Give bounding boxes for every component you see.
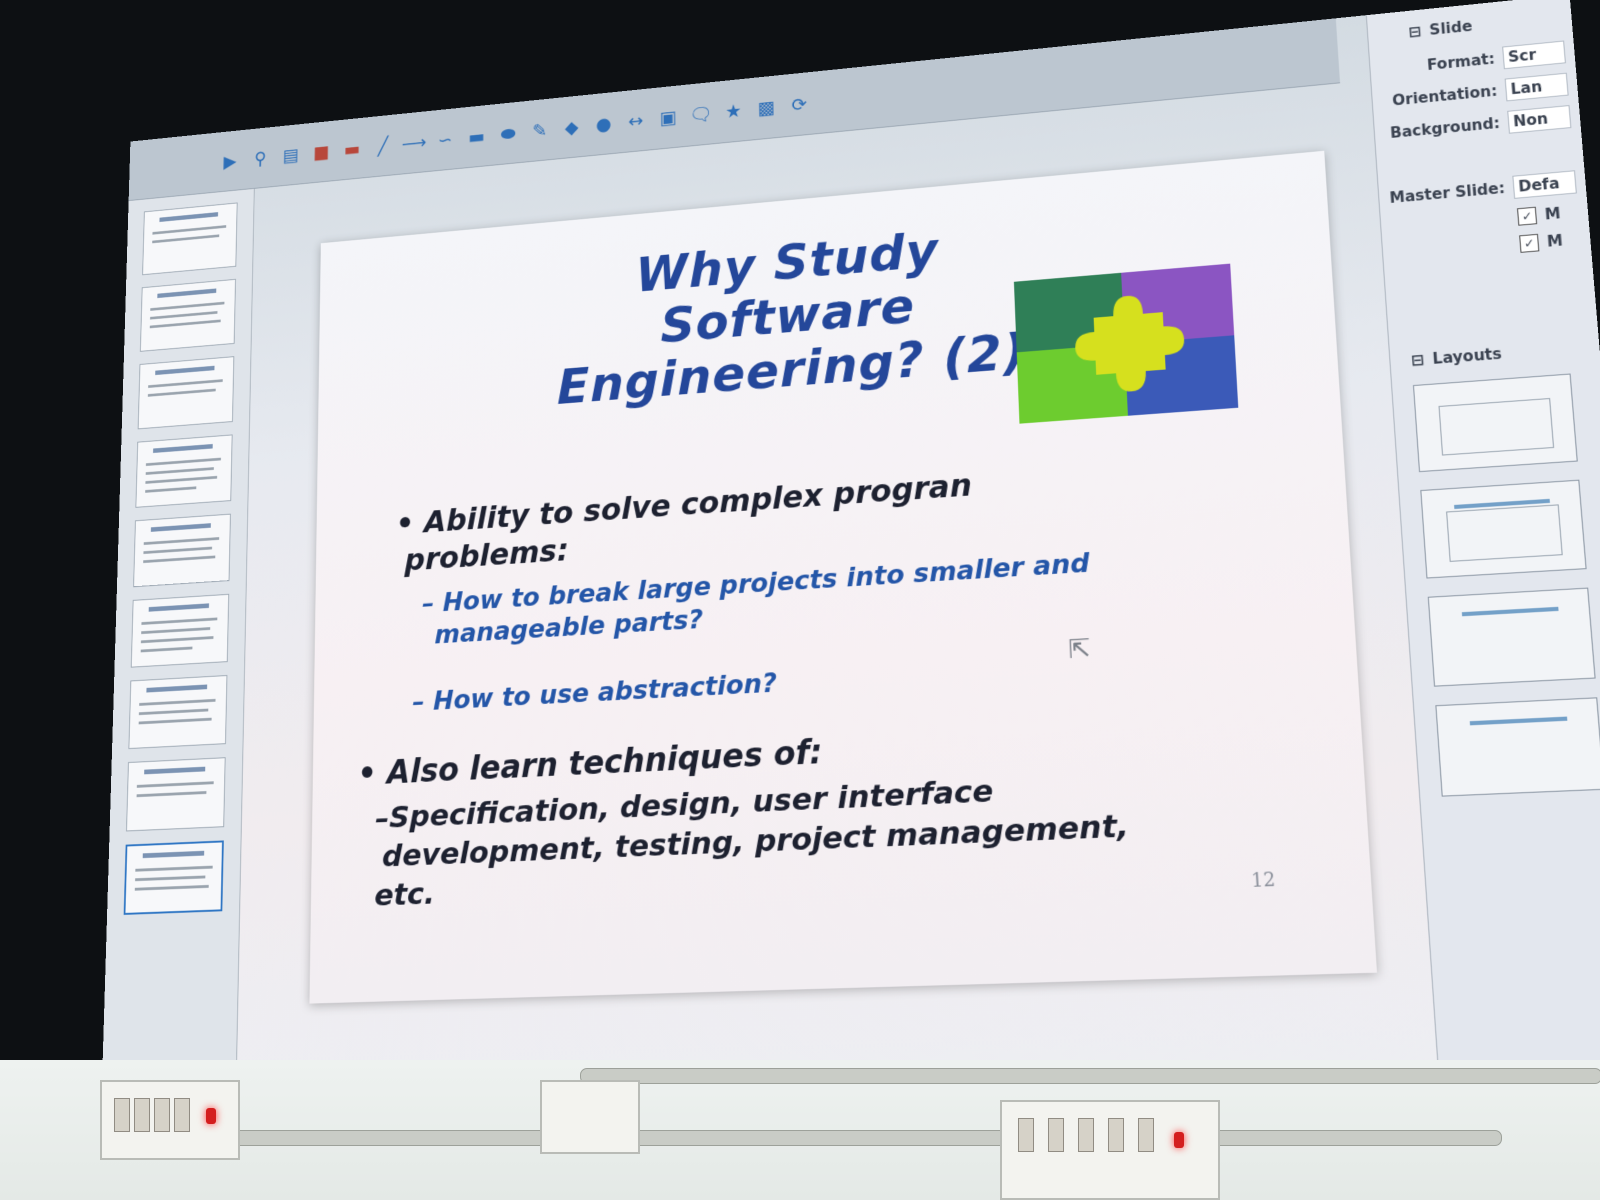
- sub-bullet-abstraction[interactable]: – How to use abstraction?: [412, 667, 777, 719]
- slide-number: 12: [1250, 869, 1277, 893]
- collapse-icon[interactable]: ⊟: [1408, 23, 1422, 41]
- select-icon[interactable]: ▶: [221, 150, 240, 172]
- layout-title-content[interactable]: [1420, 479, 1587, 579]
- double-arrow-icon[interactable]: ↔: [626, 109, 646, 132]
- background-select[interactable]: Non: [1507, 105, 1572, 134]
- background-row: Background: Non: [1384, 105, 1572, 145]
- slide-section-label: Slide: [1428, 17, 1473, 39]
- orientation-label: Orientation:: [1391, 82, 1498, 110]
- junction-box: [540, 1080, 640, 1154]
- ellipse-icon[interactable]: ⬬: [498, 122, 517, 144]
- rotate-icon[interactable]: ⟳: [789, 92, 810, 115]
- format-select[interactable]: Scr: [1502, 40, 1566, 70]
- flowchart-icon[interactable]: ▣: [658, 106, 678, 129]
- fill-color-icon[interactable]: ■: [312, 140, 331, 162]
- callout-icon[interactable]: 🗨: [689, 102, 712, 126]
- circle-icon[interactable]: ●: [594, 112, 614, 135]
- slides-pane: [99, 188, 255, 1157]
- slide-thumbnail-current[interactable]: [123, 840, 224, 915]
- dash-marker: –: [375, 800, 390, 836]
- layout-title-only[interactable]: [1427, 587, 1596, 687]
- layout-blank[interactable]: [1412, 373, 1578, 473]
- slide-title[interactable]: Why Study Software Engineering? (2): [530, 213, 1057, 417]
- slide-thumbnail[interactable]: [126, 757, 226, 832]
- layouts-label: Layouts: [1431, 344, 1503, 368]
- curve-icon[interactable]: ∽: [436, 128, 455, 150]
- slide-thumbnail[interactable]: [128, 675, 228, 750]
- zoom-icon[interactable]: ⚲: [251, 147, 270, 169]
- slide-section-header[interactable]: ⊟ Slide: [1408, 18, 1473, 41]
- background-label: Background:: [1389, 114, 1501, 142]
- format-label: Format:: [1426, 50, 1496, 74]
- dash-marker: –: [412, 687, 425, 718]
- projected-screen: ▶ ⚲ ▤ ■ ▬ ╱ ⟶ ∽ ▬ ⬬ ✎ ◆ ● ↔ ▣ 🗨 ★ ▩ ⟳ Wh…: [99, 0, 1600, 1157]
- properties-sidebar: ⊟ Slide Format: Scr Orientation: Lan Bac…: [1365, 0, 1600, 1134]
- sub-bullet-abstraction-text: How to use abstraction?: [433, 668, 778, 717]
- slide-thumbnail[interactable]: [137, 356, 235, 430]
- bullet-marker: •: [357, 754, 377, 793]
- master-slide-select[interactable]: Defa: [1512, 170, 1577, 199]
- slide-thumbnail[interactable]: [133, 513, 231, 588]
- master-checkbox-2-label: M: [1546, 231, 1564, 251]
- bullet-marker: •: [395, 505, 415, 542]
- 3d-object-icon[interactable]: ▩: [756, 96, 777, 119]
- line-icon[interactable]: ╱: [373, 135, 392, 157]
- star-icon[interactable]: ★: [723, 99, 743, 122]
- rectangle-icon[interactable]: ▬: [467, 125, 486, 148]
- master-checkbox-1-label: M: [1544, 204, 1562, 224]
- indicator-light: [206, 1108, 216, 1124]
- collapse-icon[interactable]: ⊟: [1411, 351, 1425, 370]
- orientation-select[interactable]: Lan: [1504, 72, 1569, 102]
- diamond-icon[interactable]: ◆: [562, 115, 582, 137]
- indicator-light: [1174, 1132, 1184, 1148]
- pencil-icon[interactable]: ✎: [530, 119, 549, 142]
- conduit-pipe: [580, 1068, 1600, 1084]
- power-switch-panel: [100, 1080, 240, 1160]
- checkbox-checked-icon[interactable]: ✓: [1519, 233, 1540, 253]
- conduit-pipe: [100, 1130, 1502, 1146]
- master-slide-label: Master Slide:: [1389, 179, 1506, 207]
- arrow-icon[interactable]: ⟶: [402, 131, 427, 154]
- slide-thumbnail[interactable]: [139, 278, 236, 352]
- line-color-icon[interactable]: ▬: [343, 137, 362, 159]
- puzzle-image[interactable]: [1013, 263, 1239, 424]
- checkbox-checked-icon[interactable]: ✓: [1516, 206, 1538, 226]
- slide-thumbnail[interactable]: [135, 434, 233, 508]
- dash-marker: –: [422, 589, 435, 619]
- mouse-pointer-icon: ⇱: [1067, 634, 1091, 666]
- power-switch-panel: [1000, 1100, 1220, 1200]
- master-checkbox-2-row: ✓ M: [1519, 232, 1563, 253]
- classroom-wall: [0, 1060, 1600, 1200]
- text-icon[interactable]: ▤: [281, 144, 300, 166]
- slide-canvas[interactable]: Why Study Software Engineering? (2) • Ab…: [309, 150, 1378, 1004]
- layout-centered-text[interactable]: [1435, 697, 1600, 797]
- layouts-section-header[interactable]: ⊟ Layouts: [1411, 345, 1503, 370]
- slide-thumbnail[interactable]: [142, 202, 238, 276]
- slide-thumbnail[interactable]: [130, 593, 230, 668]
- master-slide-row: Master Slide: Defa: [1389, 170, 1577, 209]
- master-checkbox-1-row: ✓ M: [1516, 204, 1562, 226]
